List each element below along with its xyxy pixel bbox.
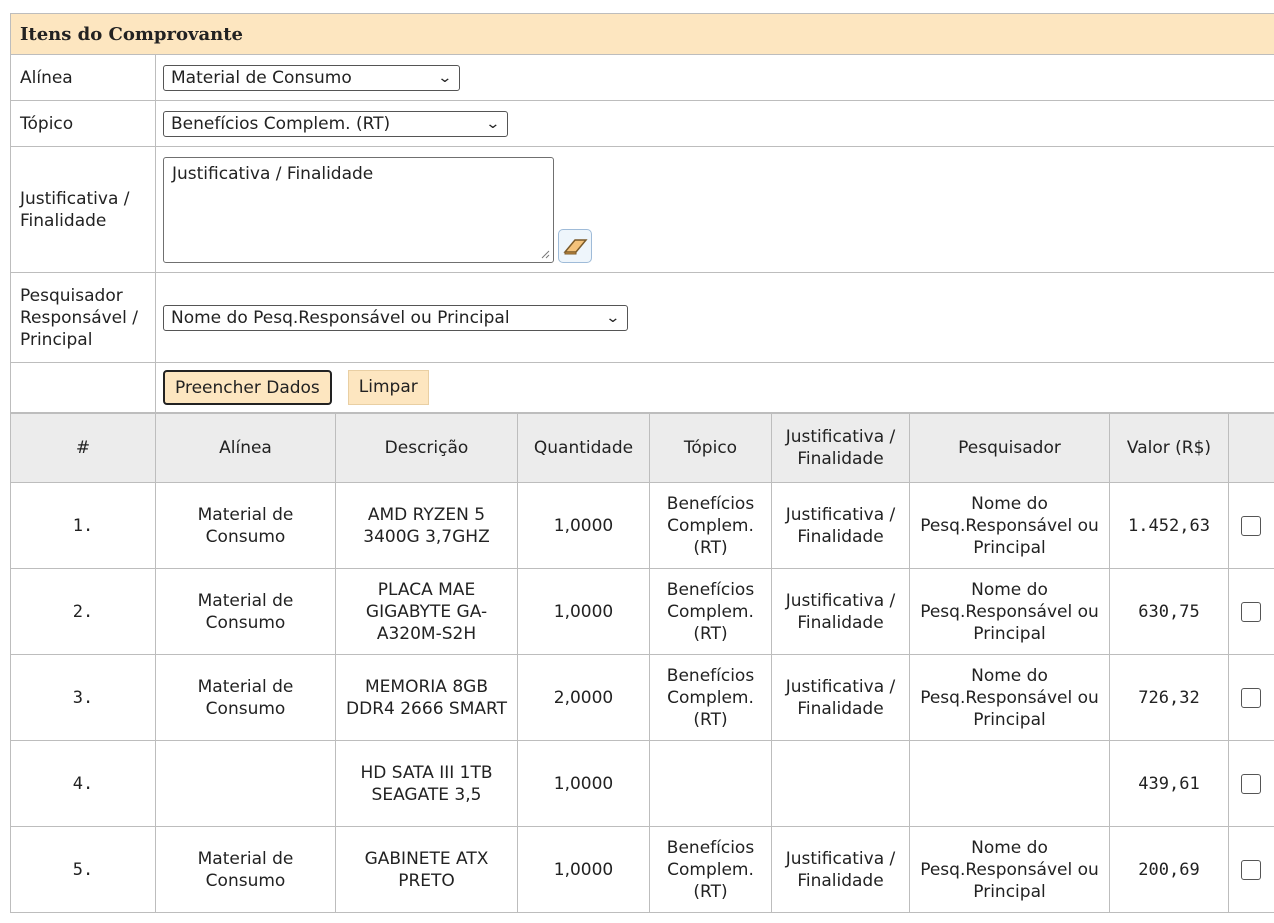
row-pesquisador: Nome do Pesq.Responsável ou Principal: [909, 482, 1110, 569]
pesquisador-select[interactable]: Nome do Pesq.Responsável ou Principal ⌄: [163, 304, 628, 331]
table-row: 5. Material de Consumo GABINETE ATX PRETO 1…: [10, 826, 1274, 913]
row-pesquisador: [909, 740, 1110, 827]
row-descricao: MEMORIA 8GB DDR4 2666 SMART: [335, 654, 518, 741]
pesquisador-select-value: Nome do Pesq.Responsável ou Principal: [171, 307, 510, 328]
row-alinea: Material de Consumo: [155, 568, 336, 655]
row-topico: Benefícios Complem. (RT): [649, 654, 772, 741]
col-header-quantidade: Quantidade: [517, 413, 650, 483]
row-descricao: GABINETE ATX PRETO: [335, 826, 518, 913]
items-table-header: # Alínea Descrição Quantidade Tópico Jus…: [10, 413, 1274, 483]
chevron-down-icon: ⌄: [605, 309, 621, 326]
table-row: 4. HD SATA III 1TB SEAGATE 3,5 1,0000 439,6…: [10, 740, 1274, 827]
row-pesquisador: Nome do Pesq.Responsável ou Principal: [909, 826, 1110, 913]
alinea-label: Alínea: [10, 54, 156, 101]
row-justificativa: Justificativa / Finalidade: [771, 826, 910, 913]
row-descricao: PLACA MAE GIGABYTE GA-A320M-S2H: [335, 568, 518, 655]
row-checkbox[interactable]: [1241, 515, 1261, 536]
eraser-icon[interactable]: [558, 228, 592, 263]
fill-data-button[interactable]: Preencher Dados: [163, 370, 332, 405]
clear-button[interactable]: Limpar: [347, 370, 429, 405]
topico-select-value: Benefícios Complem. (RT): [171, 113, 391, 134]
row-valor: 439,61: [1109, 740, 1229, 827]
row-pesquisador: Nome do Pesq.Responsável ou Principal: [909, 654, 1110, 741]
section-title: Itens do Comprovante: [10, 13, 1274, 55]
row-topico: Benefícios Complem. (RT): [649, 568, 772, 655]
table-row: 1. Material de Consumo AMD RYZEN 5 3400G 3…: [10, 482, 1274, 569]
col-header-valor: Valor (R$): [1109, 413, 1229, 483]
resize-grip-icon[interactable]: [540, 249, 550, 259]
row-descricao: HD SATA III 1TB SEAGATE 3,5: [335, 740, 518, 827]
col-header-descricao: Descrição: [335, 413, 518, 483]
row-valor: 726,32: [1109, 654, 1229, 741]
row-alinea: Material de Consumo: [155, 482, 336, 569]
row-alinea: Material de Consumo: [155, 826, 336, 913]
justificativa-text: Justificativa / Finalidade: [172, 163, 374, 184]
row-select-cell: [1228, 740, 1274, 827]
chevron-down-icon: ⌄: [437, 69, 453, 86]
row-topico: Benefícios Complem. (RT): [649, 826, 772, 913]
table-row: 3. Material de Consumo MEMORIA 8GB DDR4 26…: [10, 654, 1274, 741]
topico-label: Tópico: [10, 100, 156, 147]
row-justificativa: Justificativa / Finalidade: [771, 482, 910, 569]
row-number: 4.: [10, 740, 156, 827]
justificativa-label: Justificativa / Finalidade: [10, 146, 156, 273]
row-checkbox[interactable]: [1241, 601, 1261, 622]
row-number: 5.: [10, 826, 156, 913]
row-alinea: [155, 740, 336, 827]
col-header-number: #: [10, 413, 156, 483]
justificativa-textarea[interactable]: Justificativa / Finalidade: [163, 156, 554, 263]
row-number: 1.: [10, 482, 156, 569]
chevron-down-icon: ⌄: [485, 115, 501, 132]
row-topico: [649, 740, 772, 827]
row-topico: Benefícios Complem. (RT): [649, 482, 772, 569]
row-select-cell: [1228, 568, 1274, 655]
alinea-select[interactable]: Material de Consumo ⌄: [163, 64, 460, 91]
col-header-justificativa: Justificativa / Finalidade: [771, 413, 910, 483]
row-pesquisador: Nome do Pesq.Responsável ou Principal: [909, 568, 1110, 655]
row-valor: 1.452,63: [1109, 482, 1229, 569]
row-number: 2.: [10, 568, 156, 655]
row-checkbox[interactable]: [1241, 859, 1261, 880]
pesquisador-label: Pesquisador Responsável / Principal: [10, 272, 156, 363]
alinea-select-value: Material de Consumo: [171, 67, 352, 88]
row-justificativa: Justificativa / Finalidade: [771, 654, 910, 741]
row-checkbox[interactable]: [1241, 687, 1261, 708]
row-quantidade: 1,0000: [517, 826, 650, 913]
col-header-select: [1228, 413, 1274, 483]
topico-select[interactable]: Benefícios Complem. (RT) ⌄: [163, 110, 508, 137]
row-quantidade: 1,0000: [517, 568, 650, 655]
row-justificativa: Justificativa / Finalidade: [771, 568, 910, 655]
row-quantidade: 2,0000: [517, 654, 650, 741]
row-valor: 200,69: [1109, 826, 1229, 913]
table-row: 2. Material de Consumo PLACA MAE GIGABYTE …: [10, 568, 1274, 655]
item-form: Itens do Comprovante Alínea Material de …: [10, 13, 1274, 413]
row-valor: 630,75: [1109, 568, 1229, 655]
row-descricao: AMD RYZEN 5 3400G 3,7GHZ: [335, 482, 518, 569]
row-number: 3.: [10, 654, 156, 741]
row-select-cell: [1228, 826, 1274, 913]
row-checkbox[interactable]: [1241, 773, 1261, 794]
row-quantidade: 1,0000: [517, 740, 650, 827]
row-select-cell: [1228, 654, 1274, 741]
col-header-topico: Tópico: [649, 413, 772, 483]
items-table: # Alínea Descrição Quantidade Tópico Jus…: [10, 413, 1274, 913]
row-alinea: Material de Consumo: [155, 654, 336, 741]
row-quantidade: 1,0000: [517, 482, 650, 569]
items-panel: Itens do Comprovante Alínea Material de …: [10, 13, 1274, 913]
row-select-cell: [1228, 482, 1274, 569]
row-justificativa: [771, 740, 910, 827]
col-header-alinea: Alínea: [155, 413, 336, 483]
col-header-pesquisador: Pesquisador: [909, 413, 1110, 483]
